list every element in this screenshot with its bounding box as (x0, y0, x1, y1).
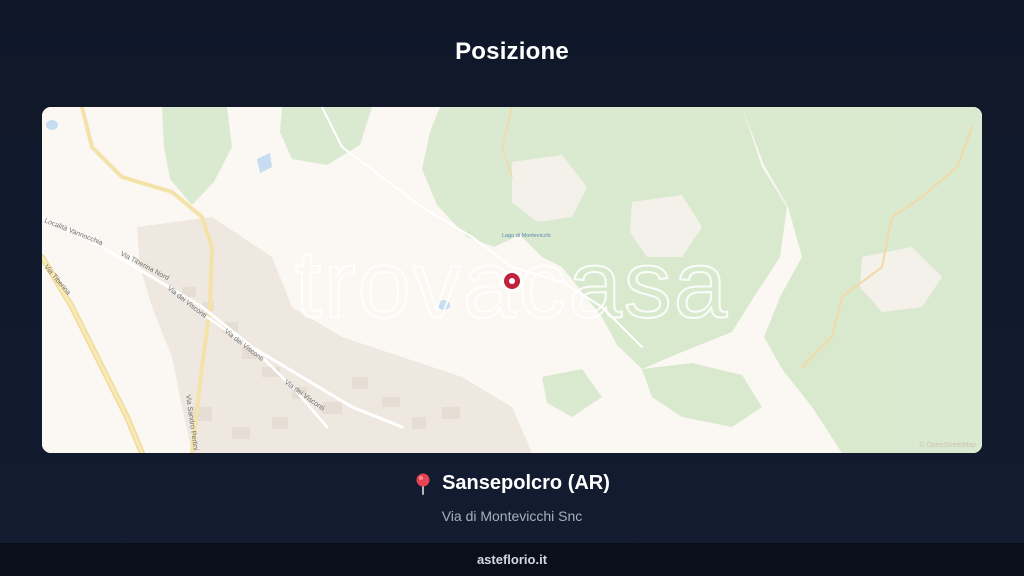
footer-site[interactable]: asteflorio.it (0, 543, 1024, 576)
map-attribution: © OpenStreetMap (919, 441, 976, 449)
location-map[interactable]: Località Vannocchia Via Tiberina Nord Vi… (42, 107, 982, 453)
location-info: Sansepolcro (AR) Via di Montevicchi Snc (0, 472, 1024, 524)
round-pushpin-icon (416, 473, 430, 495)
location-address: Via di Montevicchi Snc (441, 507, 583, 524)
page: Posizione Località Vannocchia Via Tiberi… (0, 0, 1024, 576)
location-name: Sansepolcro (AR) (414, 472, 610, 495)
page-title: Posizione (455, 38, 569, 65)
location-city: Sansepolcro (AR) (442, 472, 610, 494)
map-marker-icon[interactable] (501, 270, 523, 292)
